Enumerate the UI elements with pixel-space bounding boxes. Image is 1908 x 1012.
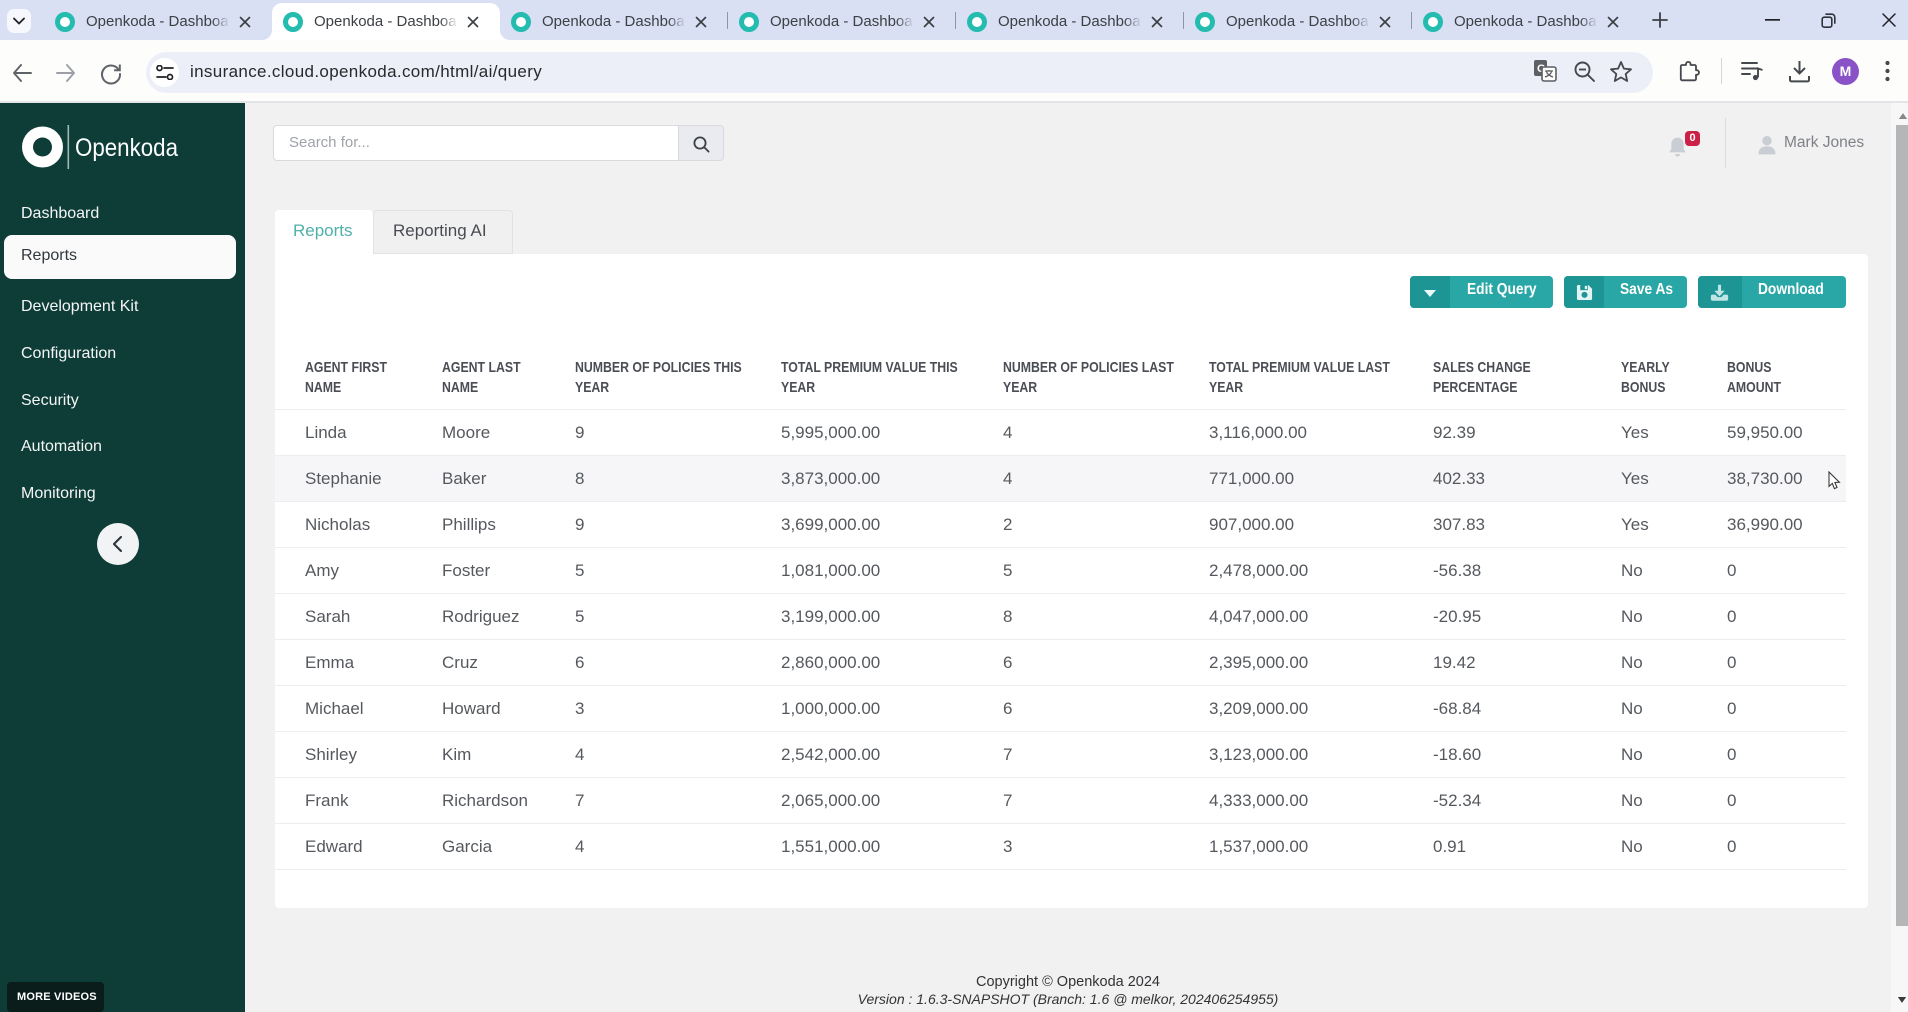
svg-text:Openkoda: Openkoda <box>75 134 178 162</box>
